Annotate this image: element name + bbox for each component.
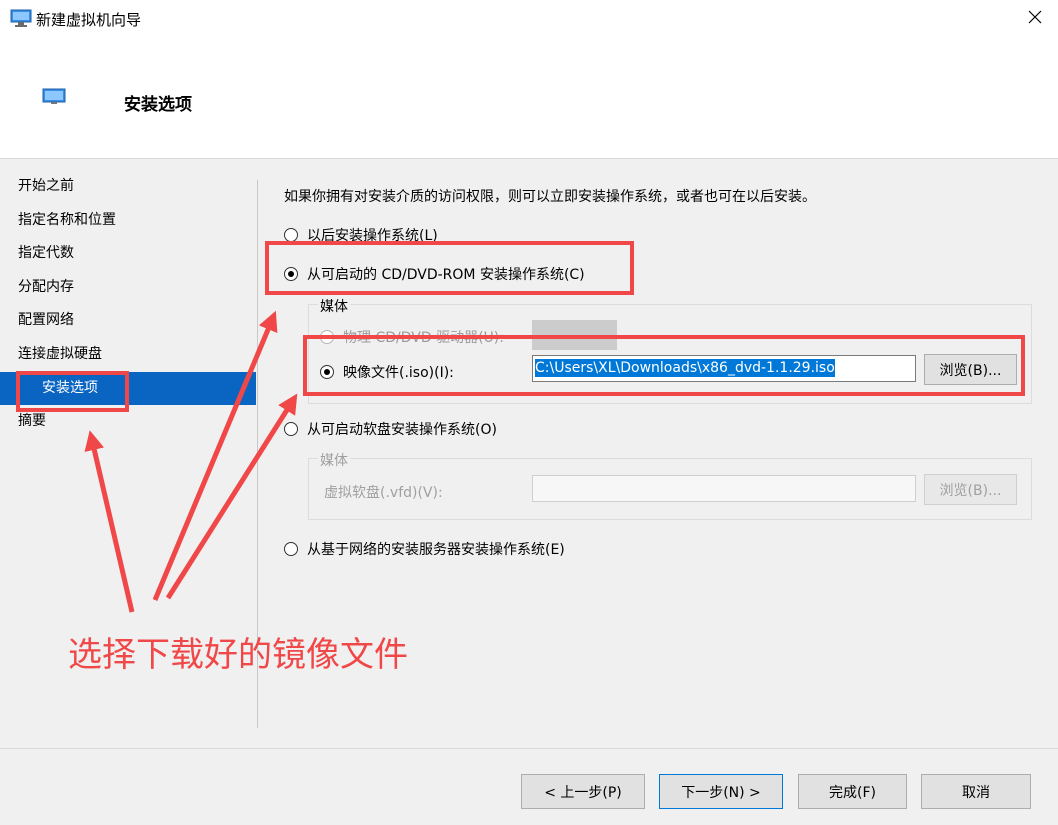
annotation-caption: 选择下载好的镜像文件	[68, 635, 408, 675]
arrow-to-sidebar	[84, 430, 135, 613]
title-bar: 新建虚拟机向导	[0, 0, 1058, 38]
radio-install-later[interactable]: 以后安装操作系统(L)	[284, 225, 438, 245]
sidebar-item-generation[interactable]: 指定代数	[0, 237, 256, 271]
wizard-header: 安装选项	[0, 38, 1058, 159]
radio-install-floppy-label: 从可启动软盘安装操作系统(O)	[307, 422, 497, 438]
radio-physical-drive-label: 物理 CD/DVD 驱动器(U):	[343, 330, 504, 346]
radio-indicator[interactable]	[284, 422, 298, 436]
install-options-icon	[42, 88, 66, 106]
sidebar-item-summary[interactable]: 摘要	[0, 405, 256, 439]
radio-indicator-selected[interactable]	[284, 267, 298, 281]
page-title: 安装选项	[124, 95, 192, 115]
radio-install-floppy[interactable]: 从可启动软盘安装操作系统(O)	[284, 419, 497, 439]
floppy-label: 虚拟软盘(.vfd)(V):	[324, 485, 443, 501]
sidebar-item-name-location[interactable]: 指定名称和位置	[0, 204, 256, 238]
radio-iso-file[interactable]: 映像文件(.iso)(I):	[320, 362, 454, 382]
browse-iso-button[interactable]: 浏览(B)...	[924, 354, 1017, 385]
sidebar-item-before-you-begin[interactable]: 开始之前	[0, 170, 256, 204]
close-icon	[1028, 10, 1042, 28]
wizard-steps: 开始之前 指定名称和位置 指定代数 分配内存 配置网络 连接虚拟硬盘 安装选项 …	[0, 170, 256, 439]
previous-button[interactable]: < 上一步(P)	[521, 774, 645, 809]
radio-install-cd[interactable]: 从可启动的 CD/DVD-ROM 安装操作系统(C)	[284, 264, 585, 284]
intro-text: 如果你拥有对安装介质的访问权限，则可以立即安装操作系统，或者也可在以后安装。	[284, 189, 816, 205]
iso-path-value: C:\Users\XL\Downloads\x86_dvd-1.1.29.iso	[535, 359, 835, 377]
cd-media-group-label: 媒体	[318, 296, 350, 316]
window-title: 新建虚拟机向导	[36, 11, 142, 29]
radio-iso-file-label: 映像文件(.iso)(I):	[343, 365, 454, 381]
radio-install-cd-label: 从可启动的 CD/DVD-ROM 安装操作系统(C)	[307, 267, 585, 283]
radio-indicator-selected[interactable]	[320, 365, 334, 379]
iso-path-input[interactable]: C:\Users\XL\Downloads\x86_dvd-1.1.29.iso	[532, 355, 916, 382]
radio-indicator[interactable]	[320, 330, 334, 344]
floppy-path-input[interactable]	[532, 475, 916, 502]
physical-drive-dropdown[interactable]	[532, 320, 617, 350]
sidebar-item-network[interactable]: 配置网络	[0, 304, 256, 338]
finish-button[interactable]: 完成(F)	[798, 774, 907, 809]
radio-install-network[interactable]: 从基于网络的安装服务器安装操作系统(E)	[284, 539, 565, 559]
radio-physical-drive[interactable]: 物理 CD/DVD 驱动器(U):	[320, 327, 504, 347]
radio-install-network-label: 从基于网络的安装服务器安装操作系统(E)	[307, 542, 565, 558]
footer-divider	[0, 748, 1058, 749]
sidebar-item-install-options[interactable]: 安装选项	[0, 371, 256, 406]
sidebar-item-memory[interactable]: 分配内存	[0, 271, 256, 305]
radio-install-later-label: 以后安装操作系统(L)	[307, 228, 438, 244]
cancel-button[interactable]: 取消	[921, 774, 1031, 809]
next-button[interactable]: 下一步(N) >	[659, 774, 783, 809]
close-button[interactable]	[1012, 0, 1058, 38]
floppy-media-group-label: 媒体	[318, 450, 350, 470]
browse-floppy-button[interactable]: 浏览(B)...	[924, 474, 1017, 505]
radio-indicator[interactable]	[284, 542, 298, 556]
radio-indicator[interactable]	[284, 228, 298, 242]
sidebar-item-virtual-disk[interactable]: 连接虚拟硬盘	[0, 338, 256, 372]
hyperv-window-icon	[10, 9, 32, 27]
